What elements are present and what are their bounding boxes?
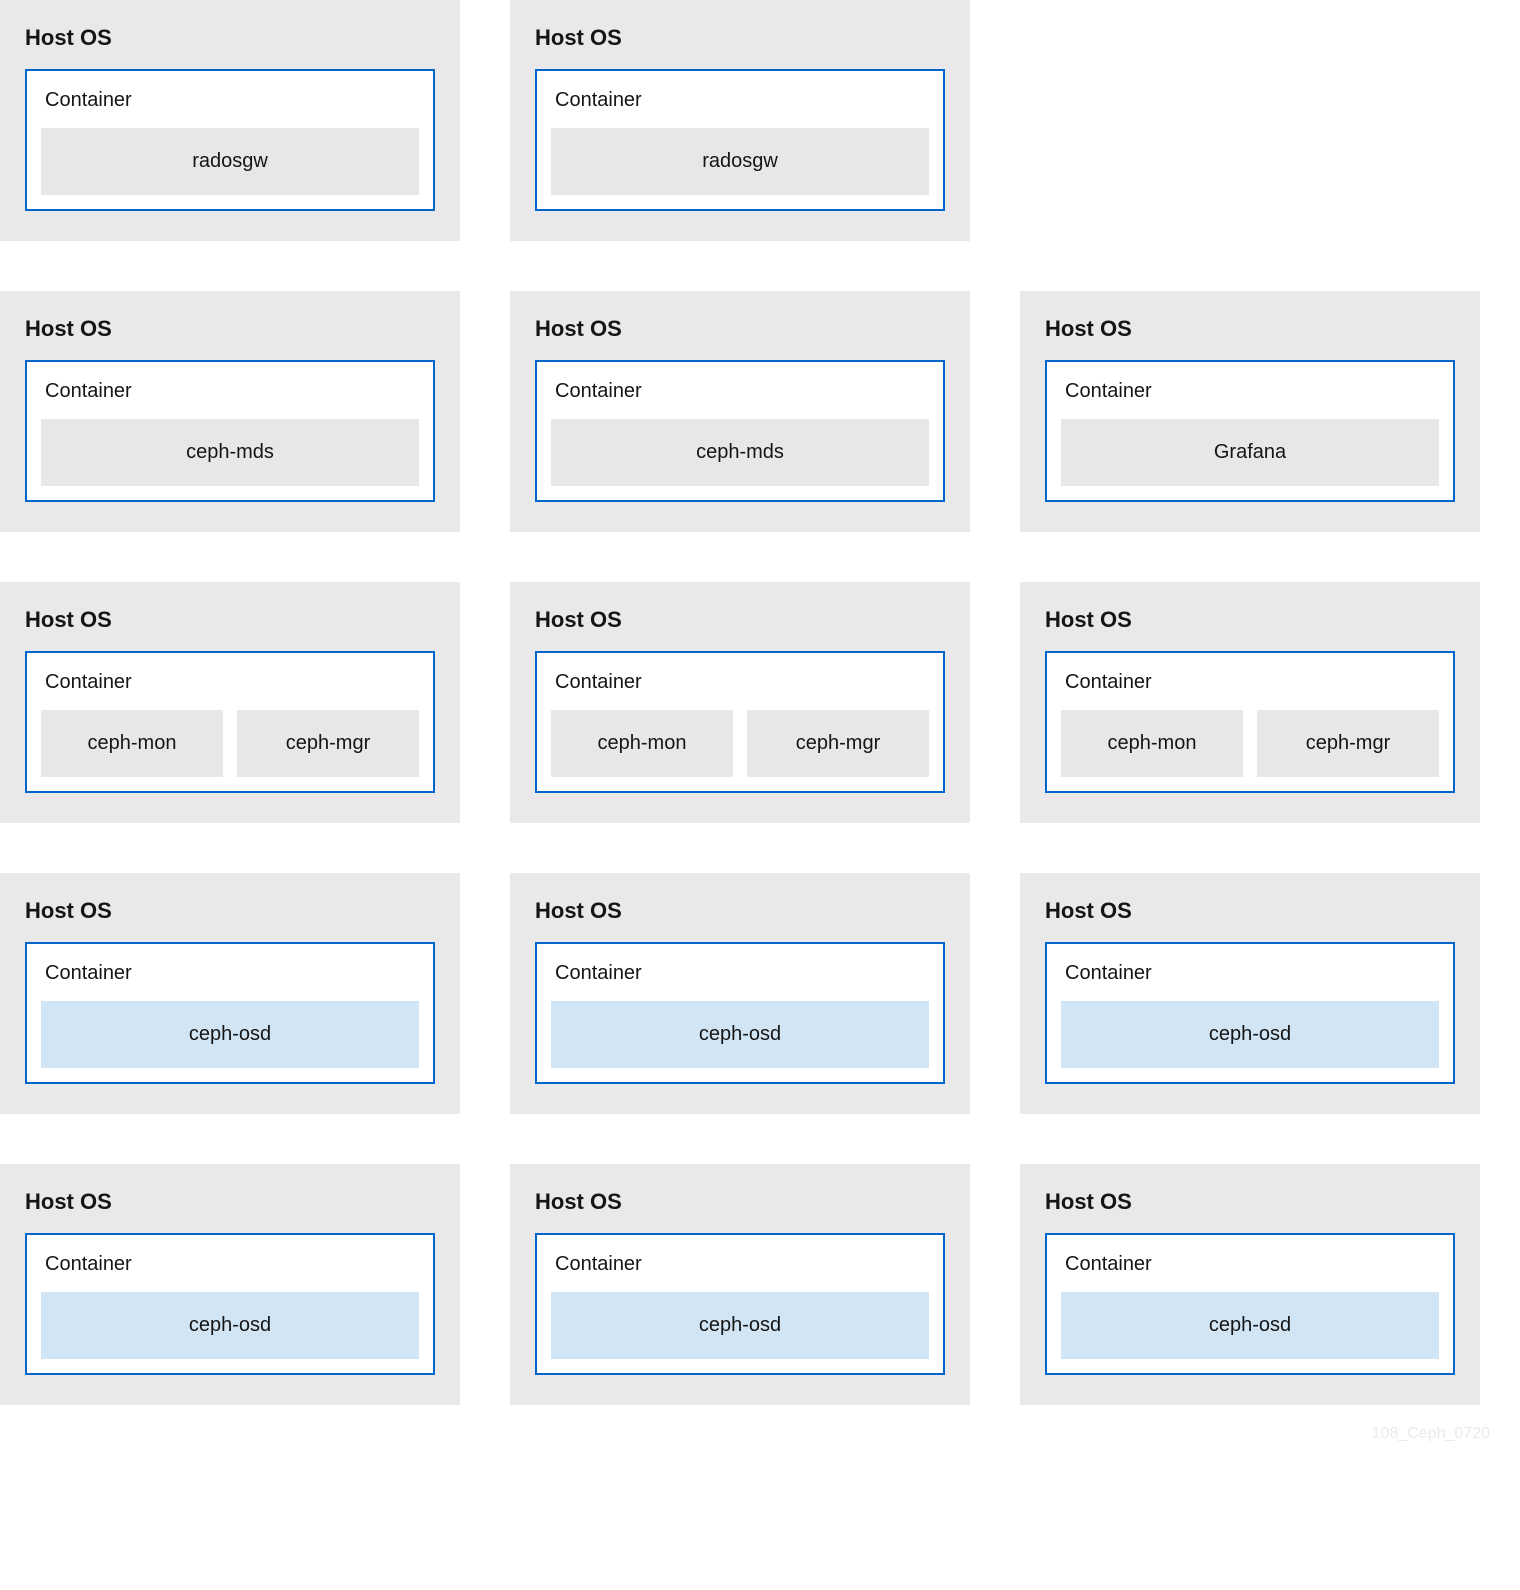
service-box-radosgw: radosgw — [41, 128, 419, 195]
host-title: Host OS — [25, 898, 435, 924]
diagram-row: Host OS Container ceph-osd Host OS Container… — [0, 1164, 1520, 1405]
service-box-radosgw: radosgw — [551, 128, 929, 195]
service-row: ceph-monceph-mgr — [41, 710, 419, 777]
container-title: Container — [45, 1253, 419, 1276]
host-title: Host OS — [1045, 316, 1455, 342]
container-box: Container radosgw — [535, 69, 945, 211]
host-title: Host OS — [535, 1189, 945, 1215]
service-row: ceph-osd — [551, 1292, 929, 1359]
service-box-ceph-osd: ceph-osd — [1061, 1292, 1439, 1359]
host-title: Host OS — [1045, 898, 1455, 924]
container-title: Container — [555, 89, 929, 112]
host-title: Host OS — [535, 25, 945, 51]
host-box: Host OS Container ceph-osd — [0, 873, 460, 1114]
service-row: ceph-osd — [551, 1001, 929, 1068]
footer-label: 108_Ceph_0720 — [0, 1405, 1520, 1463]
service-box-ceph-mgr: ceph-mgr — [1257, 710, 1439, 777]
service-box-ceph-mgr: ceph-mgr — [747, 710, 929, 777]
service-box-ceph-mgr: ceph-mgr — [237, 710, 419, 777]
service-box-ceph-osd: ceph-osd — [1061, 1001, 1439, 1068]
host-box: Host OS Container ceph-osd — [1020, 1164, 1480, 1405]
host-title: Host OS — [535, 316, 945, 342]
host-title: Host OS — [1045, 1189, 1455, 1215]
empty-cell — [1020, 0, 1480, 241]
host-title: Host OS — [535, 898, 945, 924]
host-box: Host OS Container ceph-osd — [510, 873, 970, 1114]
host-title: Host OS — [25, 1189, 435, 1215]
host-title: Host OS — [535, 607, 945, 633]
service-row: ceph-osd — [41, 1292, 419, 1359]
container-box: Container ceph-mds — [535, 360, 945, 502]
host-box: Host OS Container ceph-monceph-mgr — [510, 582, 970, 823]
container-box: Container ceph-mds — [25, 360, 435, 502]
container-box: Container ceph-osd — [535, 942, 945, 1084]
host-box: Host OS Container ceph-osd — [0, 1164, 460, 1405]
service-box-ceph-mon: ceph-mon — [1061, 710, 1243, 777]
container-title: Container — [45, 962, 419, 985]
service-row: ceph-osd — [41, 1001, 419, 1068]
service-box-ceph-mon: ceph-mon — [41, 710, 223, 777]
container-title: Container — [555, 380, 929, 403]
service-box-ceph-osd: ceph-osd — [41, 1292, 419, 1359]
container-title: Container — [1065, 962, 1439, 985]
service-row: ceph-mds — [551, 419, 929, 486]
diagram-row: Host OSContainerceph-monceph-mgrHost OSC… — [0, 582, 1520, 823]
container-box: Container ceph-monceph-mgr — [25, 651, 435, 793]
container-title: Container — [555, 962, 929, 985]
host-title: Host OS — [25, 25, 435, 51]
service-row: Grafana — [1061, 419, 1439, 486]
service-row: radosgw — [551, 128, 929, 195]
host-box: Host OS Container ceph-mds — [0, 291, 460, 532]
service-box-grafana: Grafana — [1061, 419, 1439, 486]
service-row: ceph-osd — [1061, 1292, 1439, 1359]
container-box: Container radosgw — [25, 69, 435, 211]
service-box-ceph-mon: ceph-mon — [551, 710, 733, 777]
service-row: radosgw — [41, 128, 419, 195]
host-title: Host OS — [1045, 607, 1455, 633]
container-title: Container — [555, 671, 929, 694]
host-title: Host OS — [25, 607, 435, 633]
container-title: Container — [45, 89, 419, 112]
host-box: Host OS Container ceph-monceph-mgr — [1020, 582, 1480, 823]
container-title: Container — [45, 380, 419, 403]
container-box: Container ceph-osd — [25, 1233, 435, 1375]
service-box-ceph-mds: ceph-mds — [551, 419, 929, 486]
host-box: Host OS Container radosgw — [510, 0, 970, 241]
service-box-ceph-mds: ceph-mds — [41, 419, 419, 486]
container-box: Container ceph-osd — [1045, 1233, 1455, 1375]
host-box: Host OS Container Grafana — [1020, 291, 1480, 532]
host-box: Host OS Container ceph-monceph-mgr — [0, 582, 460, 823]
service-box-ceph-osd: ceph-osd — [551, 1001, 929, 1068]
container-box: Container ceph-monceph-mgr — [535, 651, 945, 793]
container-title: Container — [1065, 380, 1439, 403]
service-box-ceph-osd: ceph-osd — [551, 1292, 929, 1359]
service-box-ceph-osd: ceph-osd — [41, 1001, 419, 1068]
container-box: Container ceph-osd — [25, 942, 435, 1084]
container-box: Container ceph-monceph-mgr — [1045, 651, 1455, 793]
service-row: ceph-monceph-mgr — [551, 710, 929, 777]
host-box: Host OS Container radosgw — [0, 0, 460, 241]
service-row: ceph-monceph-mgr — [1061, 710, 1439, 777]
architecture-diagram: Host OS Container radosgw Host OS Container r… — [0, 0, 1520, 1405]
service-row: ceph-mds — [41, 419, 419, 486]
container-title: Container — [45, 671, 419, 694]
host-box: Host OS Container ceph-osd — [1020, 873, 1480, 1114]
host-title: Host OS — [25, 316, 435, 342]
container-box: Container ceph-osd — [535, 1233, 945, 1375]
container-title: Container — [555, 1253, 929, 1276]
diagram-row: Host OS Container ceph-osd Host OS Container… — [0, 873, 1520, 1114]
container-title: Container — [1065, 671, 1439, 694]
host-box: Host OS Container ceph-mds — [510, 291, 970, 532]
container-box: Container Grafana — [1045, 360, 1455, 502]
container-box: Container ceph-osd — [1045, 942, 1455, 1084]
diagram-row: Host OS Container ceph-mds Host OS Container… — [0, 291, 1520, 532]
container-title: Container — [1065, 1253, 1439, 1276]
host-box: Host OS Container ceph-osd — [510, 1164, 970, 1405]
service-row: ceph-osd — [1061, 1001, 1439, 1068]
diagram-row: Host OS Container radosgw Host OS Container r… — [0, 0, 1520, 241]
